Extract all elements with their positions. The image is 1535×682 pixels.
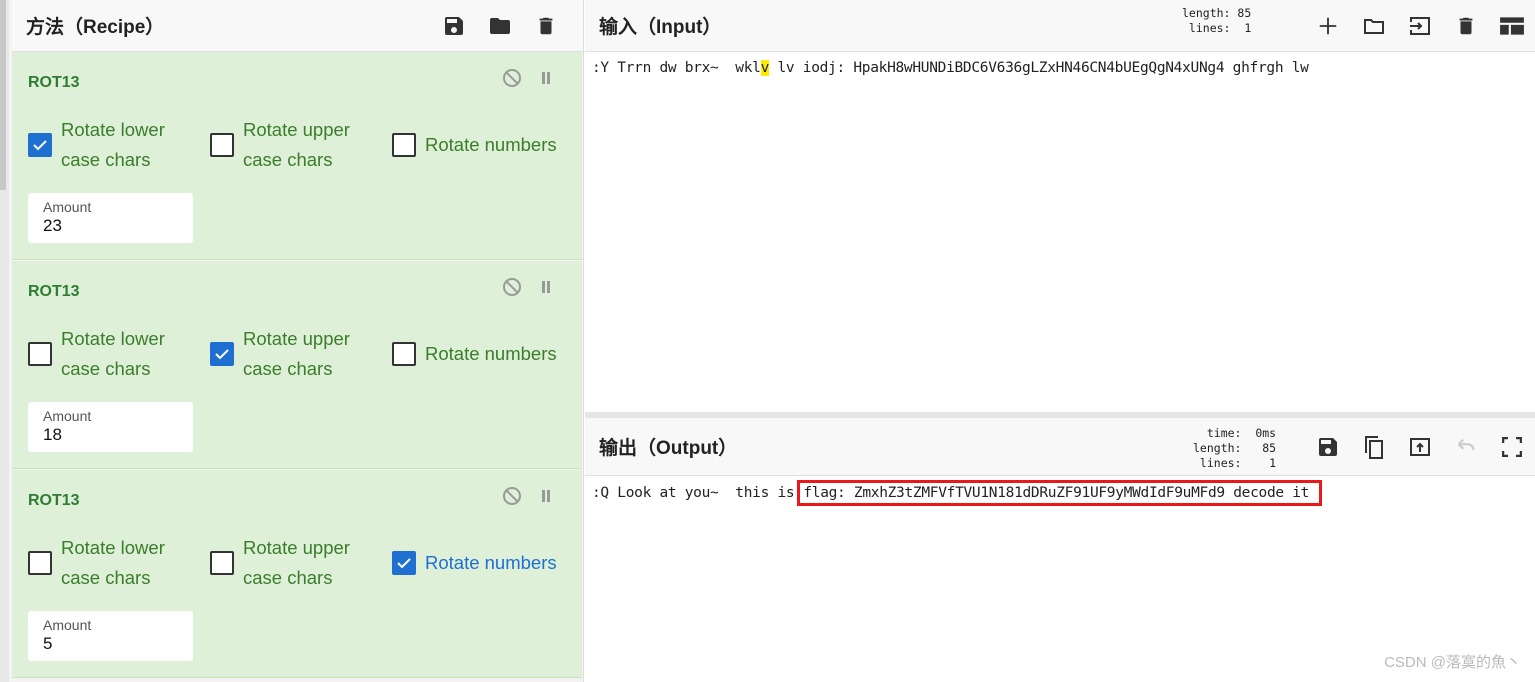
checkbox[interactable] <box>210 551 234 575</box>
checkbox-label: Rotate numbers <box>425 134 557 155</box>
input-header: 输入（Input） length: 85 lines: 1 <box>585 0 1535 52</box>
checkbox-label: Rotate upper case chars <box>243 119 350 170</box>
input-text-rest: lv iodj: HpakH8wHUNDiBDC6V636gLZxHN46CN4… <box>769 60 1309 76</box>
checkbox[interactable] <box>28 133 52 157</box>
pause-icon[interactable] <box>536 68 556 93</box>
clear-trash-icon[interactable] <box>1443 14 1489 38</box>
amount-field[interactable]: Amount 5 <box>28 611 193 661</box>
amount-label: Amount <box>43 408 92 424</box>
checkbox-option[interactable]: Rotate numbers <box>392 339 557 369</box>
input-text: :Y Trrn dw brx~ wkl <box>592 60 761 76</box>
operation-rot13[interactable]: ROT13 Rotate lower case chars Rotate uppe… <box>12 261 582 469</box>
checkbox-option[interactable]: Rotate numbers <box>392 130 557 160</box>
disable-icon[interactable] <box>502 486 522 511</box>
checkbox-label: Rotate lower case chars <box>61 119 165 170</box>
output-header: 输出（Output） time: 0ms length: 85 lines: 1 <box>585 418 1535 476</box>
watermark: CSDN @落寞的魚丶 <box>1384 654 1521 671</box>
checkbox[interactable] <box>28 551 52 575</box>
disable-icon[interactable] <box>502 68 522 93</box>
operation-rot13[interactable]: ROT13 Rotate lower case chars Rotate uppe… <box>12 52 582 260</box>
checkbox-option[interactable]: Rotate upper case chars <box>210 324 350 384</box>
amount-label: Amount <box>43 199 92 215</box>
add-icon[interactable] <box>1305 15 1351 37</box>
checkbox-option[interactable]: Rotate lower case chars <box>28 115 165 175</box>
layout-icon[interactable] <box>1489 15 1535 37</box>
amount-value[interactable]: 5 <box>43 634 178 654</box>
output-title: 输出（Output） <box>599 438 738 459</box>
input-stats: length: 85 lines: 1 <box>1182 6 1251 36</box>
checkbox-label: Rotate upper case chars <box>243 328 350 379</box>
output-stats: time: 0ms length: 85 lines: 1 <box>1193 426 1276 471</box>
disable-icon[interactable] <box>502 277 522 302</box>
output-text-area[interactable]: :Q Look at you~ this is flag: ZmxhZ3tZMFV… <box>592 480 1323 506</box>
checkbox[interactable] <box>392 133 416 157</box>
operation-title: ROT13 <box>28 74 80 91</box>
maximise-icon[interactable] <box>1489 436 1535 457</box>
checkbox-option[interactable]: Rotate numbers <box>392 548 557 578</box>
operation-title: ROT13 <box>28 492 80 509</box>
input-lines: 1 <box>1244 21 1252 35</box>
checkbox-option[interactable]: Rotate upper case chars <box>210 115 350 175</box>
output-length: 85 <box>1262 441 1277 455</box>
output-time: 0ms <box>1255 426 1277 440</box>
amount-field[interactable]: Amount 18 <box>28 402 193 452</box>
lines-label: lines: <box>1199 456 1242 470</box>
recipe-panel: 方法（Recipe） ROT13 Rotate lower case chars … <box>0 0 584 682</box>
load-file-icon[interactable] <box>1397 14 1443 38</box>
checkbox-label: Rotate upper case chars <box>243 537 350 588</box>
amount-label: Amount <box>43 617 92 633</box>
checkbox[interactable] <box>210 342 234 366</box>
recipe-scrollbar-thumb[interactable] <box>0 0 6 190</box>
operation-rot13[interactable]: ROT13 Rotate lower case chars Rotate uppe… <box>12 470 582 678</box>
checkbox[interactable] <box>28 342 52 366</box>
length-label: length: <box>1182 6 1231 20</box>
input-title: 输入（Input） <box>599 17 722 38</box>
replace-input-icon[interactable] <box>1397 435 1443 459</box>
amount-field[interactable]: Amount 23 <box>28 193 193 243</box>
checkbox[interactable] <box>210 133 234 157</box>
checkbox-label: Rotate lower case chars <box>61 537 165 588</box>
input-textarea[interactable]: :Y Trrn dw brx~ wklv lv iodj: HpakH8wHUN… <box>592 60 1309 76</box>
output-text: :Q Look at you~ this is <box>592 485 795 501</box>
output-lines: 1 <box>1269 456 1277 470</box>
flag-highlight-box: flag: ZmxhZ3tZMFVfTVU1N181dDRuZF91UF9yMW… <box>797 480 1323 506</box>
checkbox[interactable] <box>392 551 416 575</box>
checkbox-option[interactable]: Rotate lower case chars <box>28 324 165 384</box>
pause-icon[interactable] <box>536 277 556 302</box>
checkbox-option[interactable]: Rotate upper case chars <box>210 533 350 593</box>
open-folder-icon[interactable] <box>1351 14 1397 38</box>
folder-icon[interactable] <box>477 14 523 38</box>
undo-icon[interactable] <box>1443 436 1489 458</box>
input-length: 85 <box>1237 6 1252 20</box>
highlighted-char: v <box>760 60 770 76</box>
operation-title: ROT13 <box>28 283 80 300</box>
save-icon[interactable] <box>431 14 477 38</box>
copy-icon[interactable] <box>1351 434 1397 460</box>
pause-icon[interactable] <box>536 486 556 511</box>
time-label: time: <box>1206 426 1242 440</box>
save-output-icon[interactable] <box>1305 435 1351 459</box>
recipe-title: 方法（Recipe） <box>26 17 165 38</box>
checkbox-option[interactable]: Rotate lower case chars <box>28 533 165 593</box>
checkbox-label: Rotate numbers <box>425 552 557 573</box>
checkbox-label: Rotate lower case chars <box>61 328 165 379</box>
length-label: length: <box>1193 441 1242 455</box>
checkbox-label: Rotate numbers <box>425 343 557 364</box>
amount-value[interactable]: 23 <box>43 216 178 236</box>
recipe-header: 方法（Recipe） <box>12 0 583 52</box>
lines-label: lines: <box>1188 21 1231 35</box>
trash-icon[interactable] <box>523 14 569 38</box>
recipe-scrollbar-track[interactable] <box>0 0 9 682</box>
checkbox[interactable] <box>392 342 416 366</box>
amount-value[interactable]: 18 <box>43 425 178 445</box>
